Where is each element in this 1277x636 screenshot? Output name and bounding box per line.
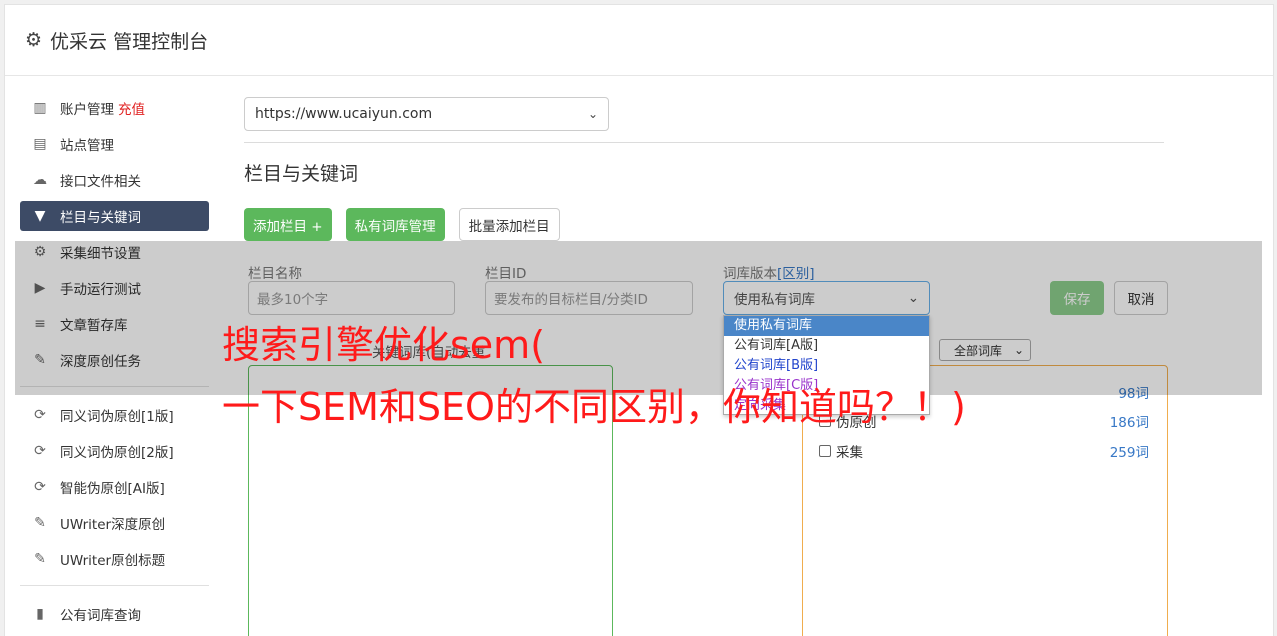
sidebar-item-label: 栏目与关键词 [60, 210, 141, 226]
batch-add-column-button[interactable]: 批量添加栏目 [458, 208, 560, 241]
recharge-link[interactable]: 充值 [118, 98, 145, 118]
overlay-band [15, 241, 1262, 395]
edit-icon: ✎ [34, 515, 46, 531]
sidebar-item-label: 接口文件相关 [60, 174, 141, 190]
gear-icon: ⚙ [25, 29, 43, 51]
sidebar-item-interface-files[interactable]: ☁ 接口文件相关 [20, 165, 209, 195]
refresh-icon: ⟳ [34, 407, 46, 423]
sidebar-item-uwriter-title[interactable]: ✎ UWriter原创标题 [20, 544, 209, 574]
private-library-button[interactable]: 私有词库管理 [345, 208, 445, 241]
page-title: 优采云 管理控制台 [50, 30, 209, 53]
sidebar-item-synonym-v2[interactable]: ⟳ 同义词伪原创[2版] [20, 436, 209, 466]
watermark-line-2: 一下SEM和SEO的不同区别，你知道吗？！) [222, 385, 966, 429]
sidebar-item-uwriter-deep[interactable]: ✎ UWriter深度原创 [20, 508, 209, 538]
sidebar-item-ai-rewrite[interactable]: ⟳ 智能伪原创[AI版] [20, 472, 209, 502]
sidebar-item-account[interactable]: ▥ 账户管理 充值 [20, 93, 209, 123]
chevron-down-icon: ⌄ [587, 107, 598, 121]
bar-chart-icon: ▥ [33, 100, 47, 116]
sidebar-item-label: 同义词伪原创[2版] [60, 445, 174, 461]
sidebar-item-label: 账户管理 [60, 102, 114, 118]
sidebar-item-sites[interactable]: ▤ 站点管理 [20, 129, 209, 159]
sidebar-item-synonym-v1[interactable]: ⟳ 同义词伪原创[1版] [20, 400, 209, 430]
server-icon: ▤ [33, 136, 47, 152]
dropdown-option[interactable]: 公有词库[B版] [724, 356, 929, 376]
sidebar-item-label: UWriter原创标题 [60, 553, 166, 569]
sidebar-item-label: 公有词库查询 [60, 608, 141, 624]
refresh-icon: ⟳ [34, 479, 46, 495]
section-title: 栏目与关键词 [244, 163, 359, 185]
sidebar-divider [20, 585, 209, 586]
site-select[interactable]: https://www.ucaiyun.com ⌄ [244, 97, 609, 131]
add-column-button[interactable]: 添加栏目 + [244, 208, 332, 241]
sidebar-item-label: 站点管理 [60, 138, 114, 154]
site-select-value: https://www.ucaiyun.com [255, 106, 433, 122]
list-item[interactable]: 采集 259词 [819, 441, 1149, 461]
book-icon: ▮ [36, 606, 44, 622]
library-name: 采集 [836, 445, 863, 461]
action-buttons: 添加栏目 + 私有词库管理 批量添加栏目 [244, 208, 1164, 241]
sidebar-item-label: UWriter深度原创 [60, 517, 166, 533]
library-count: 186词 [1109, 415, 1149, 431]
header: ⚙ 优采云 管理控制台 [5, 5, 1273, 76]
sidebar-item-public-lib-query[interactable]: ▮ 公有词库查询 [20, 599, 209, 629]
dropdown-option[interactable]: 使用私有词库 [724, 316, 929, 336]
library-count: 259词 [1109, 445, 1149, 461]
refresh-icon: ⟳ [34, 443, 46, 459]
sidebar-item-label: 智能伪原创[AI版] [60, 481, 165, 497]
main-content: https://www.ucaiyun.com ⌄ 栏目与关键词 添加栏目 + … [244, 97, 1164, 241]
sidebar-item-columns-keywords[interactable]: ▼ 栏目与关键词 [20, 201, 209, 231]
edit-icon: ✎ [34, 551, 46, 567]
sidebar-item-label: 同义词伪原创[1版] [60, 409, 174, 425]
divider [244, 142, 1164, 143]
cloud-upload-icon: ☁ [33, 172, 47, 188]
dropdown-option[interactable]: 公有词库[A版] [724, 336, 929, 356]
watermark-line-1: 搜索引擎优化sem( [222, 323, 546, 367]
checkbox[interactable] [819, 445, 831, 457]
filter-icon: ▼ [34, 208, 46, 224]
